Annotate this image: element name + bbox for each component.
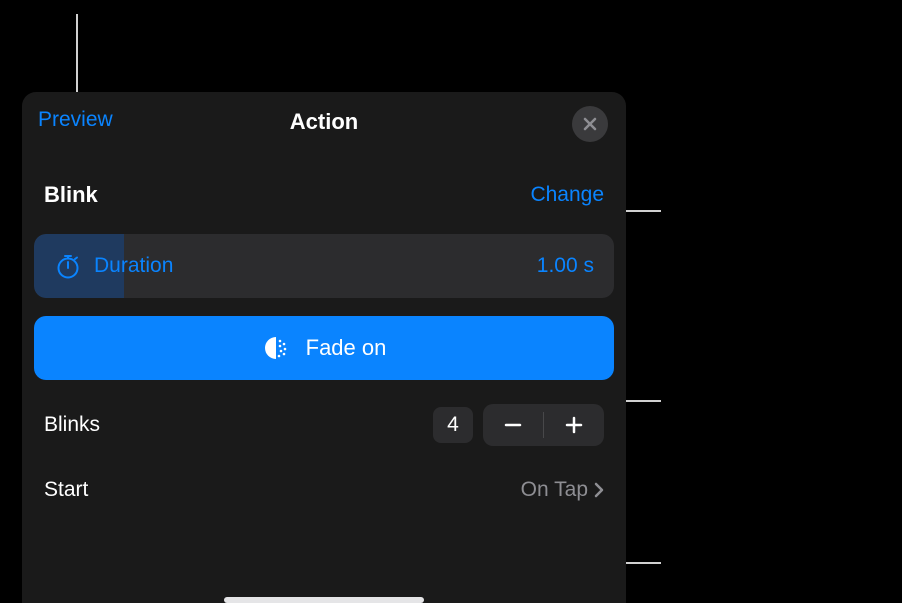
start-value-container: On Tap: [521, 478, 604, 502]
callout-line-preview: [76, 14, 78, 100]
start-row[interactable]: Start On Tap: [22, 446, 626, 502]
start-value: On Tap: [521, 478, 588, 502]
start-label: Start: [44, 478, 88, 502]
blinks-stepper: [483, 404, 604, 446]
increment-button[interactable]: [544, 404, 604, 446]
effect-row: Blink Change: [22, 152, 626, 226]
home-indicator: [224, 597, 424, 603]
blinks-label: Blinks: [44, 413, 100, 437]
duration-label: Duration: [94, 254, 173, 278]
blinks-value: 4: [433, 407, 473, 443]
fade-icon: [262, 334, 290, 362]
effect-name: Blink: [44, 182, 98, 208]
chevron-right-icon: [594, 482, 604, 498]
blinks-row: Blinks 4: [22, 380, 626, 446]
close-icon: [582, 116, 598, 132]
change-button[interactable]: Change: [530, 183, 604, 207]
plus-icon: [564, 415, 584, 435]
stopwatch-icon: [54, 252, 82, 280]
decrement-button[interactable]: [483, 404, 543, 446]
blinks-controls: 4: [433, 404, 604, 446]
action-panel: Preview Action Blink Change Duration: [22, 92, 626, 603]
preview-button[interactable]: Preview: [38, 108, 113, 132]
duration-value: 1.00 s: [537, 254, 594, 278]
panel-header: Preview Action: [22, 92, 626, 152]
close-button[interactable]: [572, 106, 608, 142]
fade-button[interactable]: Fade on: [34, 316, 614, 380]
minus-icon: [503, 415, 523, 435]
duration-content: Duration 1.00 s: [34, 252, 614, 280]
fade-label: Fade on: [306, 335, 387, 361]
panel-title: Action: [290, 109, 358, 135]
duration-slider[interactable]: Duration 1.00 s: [34, 234, 614, 298]
